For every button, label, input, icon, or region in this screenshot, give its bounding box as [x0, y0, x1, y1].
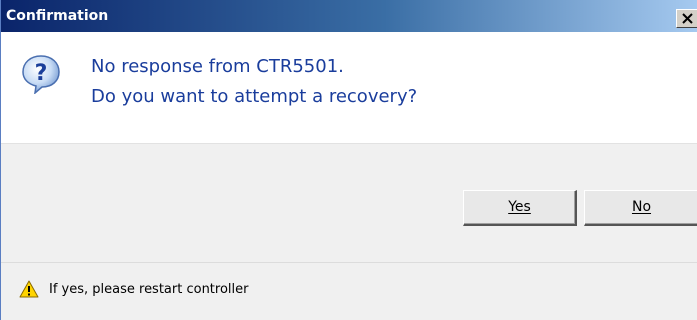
button-area: Yes No [1, 143, 697, 263]
no-button-label: No [631, 199, 652, 215]
no-button[interactable]: No [584, 190, 697, 226]
message-area: ? No response from CTR5501. Do you want … [1, 32, 697, 143]
yes-button[interactable]: Yes [463, 190, 577, 226]
title-bar[interactable]: Confirmation [1, 0, 697, 32]
dialog-title: Confirmation [6, 8, 109, 24]
close-button[interactable] [676, 9, 697, 28]
message-line-1: No response from CTR5501. [91, 56, 344, 77]
svg-text:?: ? [35, 61, 48, 86]
warning-icon [19, 280, 39, 298]
question-icon: ? [22, 55, 60, 94]
yes-button-label: Yes [508, 199, 531, 215]
message-line-2: Do you want to attempt a recovery? [91, 86, 418, 107]
confirmation-dialog: Confirmation ? No response from CTR5501.… [0, 0, 697, 320]
footer: If yes, please restart controller [1, 262, 697, 320]
close-icon [682, 13, 693, 24]
footer-text: If yes, please restart controller [49, 282, 249, 297]
